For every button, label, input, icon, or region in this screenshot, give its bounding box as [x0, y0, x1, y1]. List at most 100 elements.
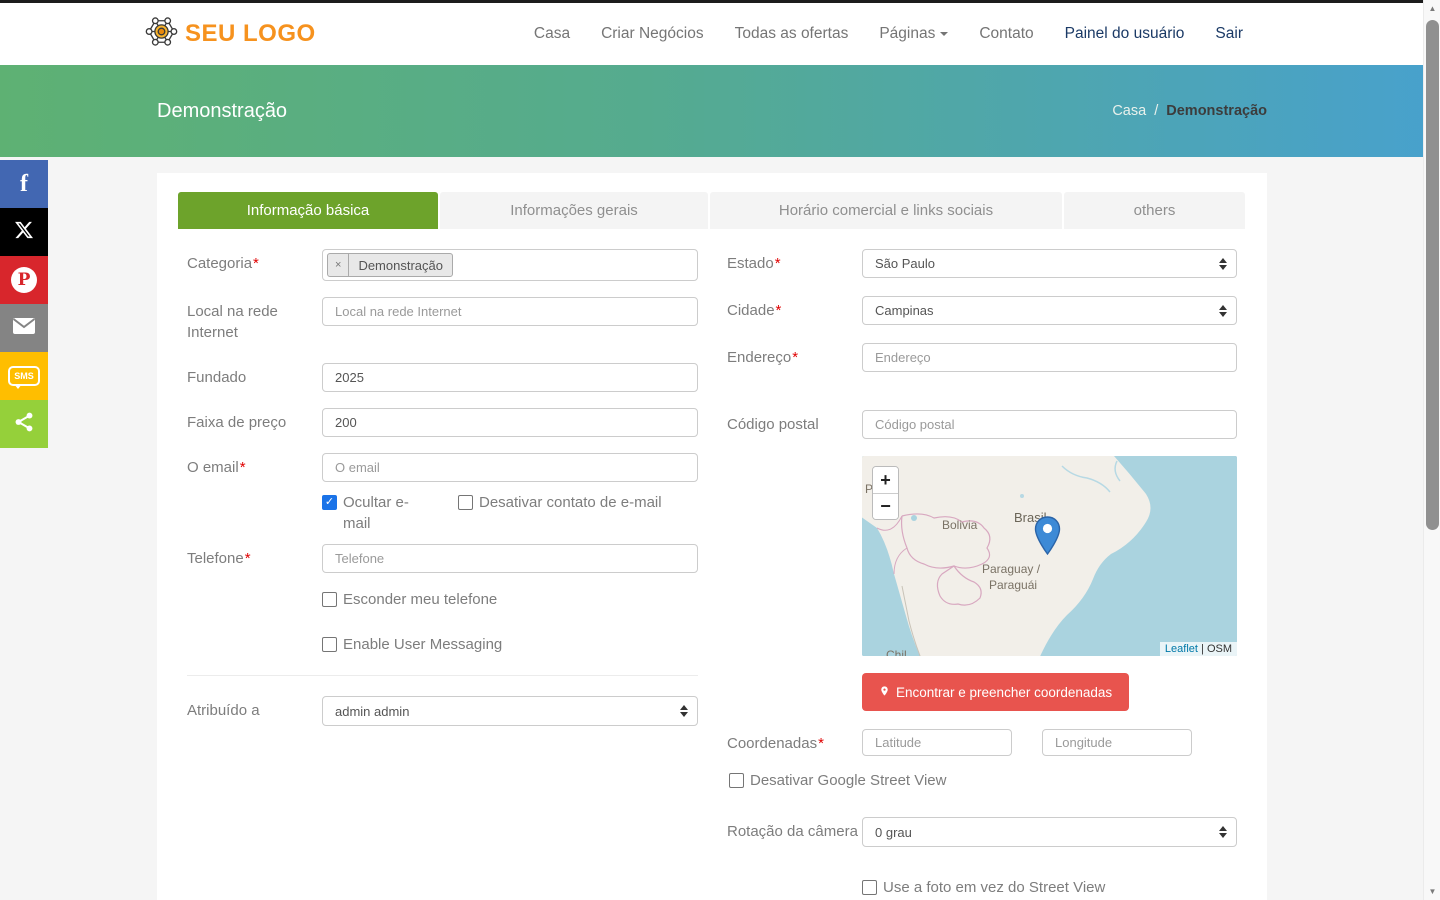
- email-share-button[interactable]: [0, 304, 48, 352]
- nav-item-contato[interactable]: Contato: [979, 25, 1033, 43]
- scrollbar-up-arrow[interactable]: ▲: [1424, 0, 1440, 17]
- page-header-banner: Demonstração Casa / Demonstração: [0, 65, 1440, 157]
- required-asterisk: *: [775, 255, 781, 272]
- required-asterisk: *: [792, 349, 798, 366]
- field-estado: Estado* São Paulo: [727, 249, 1237, 278]
- nav-item-todas-ofertas[interactable]: Todas as ofertas: [735, 25, 849, 43]
- nav-item-painel-usuario[interactable]: Painel do usuário: [1065, 25, 1185, 43]
- field-endereco: Endereço*: [727, 343, 1237, 372]
- codigo-postal-label: Código postal: [727, 410, 862, 439]
- codigo-postal-input[interactable]: [862, 410, 1237, 439]
- nav-item-casa[interactable]: Casa: [534, 25, 570, 43]
- basic-info-form: Categoria* × Demonstração Local na rede: [178, 229, 1245, 900]
- map-attribution: Leaflet | OSM: [1160, 642, 1237, 656]
- desativar-contato-checkbox[interactable]: Desativar contato de e-mail: [458, 492, 664, 534]
- email-label: O email*: [187, 453, 322, 482]
- nav-item-sair[interactable]: Sair: [1215, 25, 1243, 43]
- chip-label: Demonstração: [349, 254, 452, 276]
- email-icon: [12, 317, 36, 340]
- atribuido-select[interactable]: admin admin: [322, 696, 698, 726]
- leaflet-link[interactable]: Leaflet: [1165, 643, 1198, 655]
- tab-informacoes-gerais[interactable]: Informações gerais: [440, 192, 708, 229]
- latitude-input[interactable]: [862, 729, 1012, 756]
- breadcrumb: Casa / Demonstração: [1112, 103, 1267, 119]
- rotacao-select[interactable]: 0 grau: [862, 817, 1237, 847]
- chip-remove-icon[interactable]: ×: [328, 254, 349, 276]
- esconder-telefone-row: Esconder meu telefone: [322, 589, 698, 610]
- x-share-button[interactable]: [0, 208, 48, 256]
- breadcrumb-current: Demonstração: [1166, 103, 1267, 119]
- nav-item-paginas-dropdown[interactable]: Páginas: [879, 25, 948, 43]
- breadcrumb-separator: /: [1154, 103, 1158, 119]
- email-options-row: ✓ Ocultar e-mail Desativar contato de e-…: [322, 492, 698, 534]
- checkbox-unchecked-icon: [862, 880, 877, 895]
- map-zoom-control: + −: [872, 466, 899, 520]
- checkbox-unchecked-icon: [458, 495, 473, 510]
- tab-others[interactable]: others: [1064, 192, 1245, 229]
- map-label-chile: Chil: [886, 648, 907, 656]
- page-frame: SEU LOGO Casa Criar Negócios Todas as of…: [0, 0, 1440, 900]
- pinterest-share-button[interactable]: P: [0, 256, 48, 304]
- tab-informacao-basica[interactable]: Informação básica: [178, 192, 438, 229]
- section-divider: [187, 675, 698, 676]
- logo-text: SEU LOGO: [185, 20, 316, 48]
- cidade-select[interactable]: Campinas: [862, 296, 1237, 325]
- field-codigo-postal: Código postal: [727, 410, 1237, 439]
- map-marker-pin[interactable]: [1034, 516, 1061, 561]
- sms-icon: SMS: [8, 366, 40, 386]
- sms-share-button[interactable]: SMS: [0, 352, 48, 400]
- estado-select[interactable]: São Paulo: [862, 249, 1237, 278]
- social-share-sidebar: f P SMS: [0, 160, 48, 448]
- nav-item-criar-negocios[interactable]: Criar Negócios: [601, 25, 704, 43]
- email-input[interactable]: [322, 453, 698, 482]
- telefone-input[interactable]: [322, 544, 698, 573]
- longitude-input[interactable]: [1042, 729, 1192, 756]
- pinterest-icon: P: [11, 267, 37, 293]
- fundado-input[interactable]: [322, 363, 698, 392]
- required-asterisk: *: [776, 302, 782, 319]
- x-icon: [14, 220, 34, 245]
- faixa-preco-input[interactable]: [322, 408, 698, 437]
- select-arrows-icon: [1219, 258, 1227, 270]
- field-rotacao: Rotação da câmera 0 grau: [727, 817, 1237, 847]
- desativar-street-row: Desativar Google Street View: [729, 770, 1237, 791]
- scrollbar-thumb[interactable]: [1426, 20, 1439, 530]
- desativar-street-view-checkbox[interactable]: Desativar Google Street View: [729, 770, 947, 791]
- select-arrows-icon: [1219, 826, 1227, 838]
- select-arrows-icon: [680, 705, 688, 717]
- required-asterisk: *: [245, 550, 251, 567]
- logo[interactable]: SEU LOGO: [145, 15, 316, 53]
- leaflet-map[interactable]: + − Bolivia Brasil Paraguay / Paraguái P…: [862, 456, 1237, 656]
- vertical-scrollbar[interactable]: ▲ ▼: [1423, 0, 1440, 900]
- main-content: Informação básica Informações gerais Hor…: [0, 157, 1440, 900]
- find-coordinates-button[interactable]: Encontrar e preencher coordenadas: [862, 673, 1129, 711]
- coordenadas-label: Coordenadas*: [727, 729, 862, 756]
- breadcrumb-home-link[interactable]: Casa: [1112, 103, 1146, 119]
- esconder-telefone-checkbox[interactable]: Esconder meu telefone: [322, 589, 497, 610]
- rotacao-label: Rotação da câmera: [727, 817, 862, 847]
- page-title: Demonstração: [157, 100, 287, 123]
- categoria-tag-input[interactable]: × Demonstração: [322, 249, 698, 281]
- share-button[interactable]: [0, 400, 48, 448]
- field-coordenadas: Coordenadas*: [727, 729, 1237, 756]
- website-input[interactable]: [322, 297, 698, 326]
- zoom-in-button[interactable]: +: [873, 467, 898, 493]
- scrollbar-down-arrow[interactable]: ▼: [1424, 883, 1440, 900]
- ocultar-email-checkbox[interactable]: ✓ Ocultar e-mail: [322, 492, 458, 534]
- facebook-share-button[interactable]: f: [0, 160, 48, 208]
- map-label-paraguai: Paraguái: [989, 578, 1037, 592]
- tab-horario-links[interactable]: Horário comercial e links sociais: [710, 192, 1062, 229]
- enable-messaging-checkbox[interactable]: Enable User Messaging: [322, 634, 502, 655]
- checkbox-unchecked-icon: [322, 592, 337, 607]
- required-asterisk: *: [818, 735, 824, 752]
- checkbox-checked-icon: ✓: [322, 495, 337, 510]
- endereco-input[interactable]: [862, 343, 1237, 372]
- map-pin-icon: [879, 684, 890, 701]
- zoom-out-button[interactable]: −: [873, 493, 898, 519]
- required-asterisk: *: [240, 459, 246, 476]
- faixa-preco-label: Faixa de preço: [187, 408, 322, 437]
- use-foto-checkbox[interactable]: Use a foto em vez do Street View: [862, 877, 1105, 898]
- osm-link[interactable]: OSM: [1207, 643, 1232, 655]
- field-website: Local na rede Internet: [187, 297, 698, 343]
- required-asterisk: *: [253, 255, 259, 272]
